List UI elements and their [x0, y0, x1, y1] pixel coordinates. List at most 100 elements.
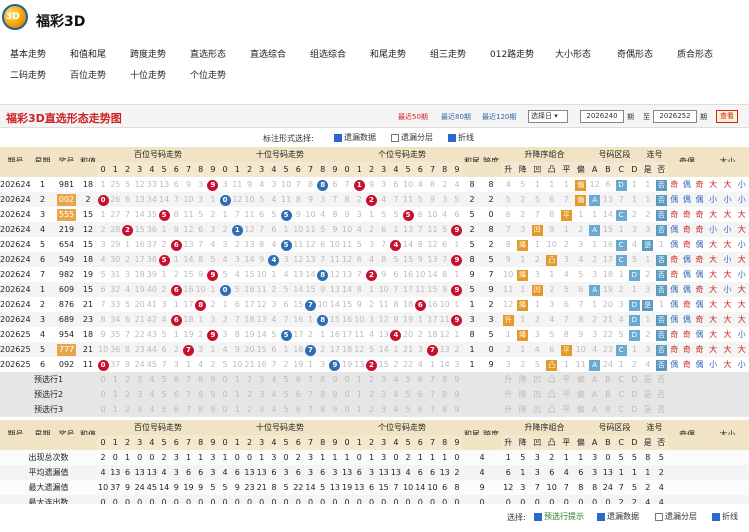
- period-120-link[interactable]: 最近120期: [482, 112, 516, 122]
- preselect-zone[interactable]: C: [615, 387, 628, 402]
- preselect-digit[interactable]: 8: [195, 387, 207, 402]
- nav-item[interactable]: 基本走势: [10, 47, 46, 60]
- preselect-digit[interactable]: 0: [219, 402, 231, 417]
- preselect-digit[interactable]: 3: [134, 402, 146, 417]
- preselect-consec[interactable]: 否: [655, 402, 669, 417]
- preselect-zone[interactable]: A: [588, 402, 601, 417]
- preselect-digit[interactable]: 8: [317, 387, 329, 402]
- checkbox-icon[interactable]: [655, 512, 663, 521]
- preselect-zone[interactable]: B: [601, 372, 614, 387]
- preselect-digit[interactable]: 9: [451, 402, 463, 417]
- preselect-digit[interactable]: 6: [292, 387, 304, 402]
- nav-item[interactable]: 组三走势: [430, 47, 466, 60]
- preselect-digit[interactable]: 8: [439, 372, 451, 387]
- preselect-order[interactable]: 降: [516, 387, 531, 402]
- preselect-digit[interactable]: 4: [390, 402, 402, 417]
- preselect-consec[interactable]: 是: [641, 402, 655, 417]
- checkbox-icon[interactable]: [712, 512, 720, 521]
- preselect-digit[interactable]: 1: [109, 372, 121, 387]
- preselect-consec[interactable]: 否: [655, 372, 669, 387]
- preselect-digit[interactable]: 1: [231, 372, 243, 387]
- preselect-digit[interactable]: 9: [207, 387, 219, 402]
- preselect-digit[interactable]: 3: [256, 372, 268, 387]
- preselect-digit[interactable]: 2: [243, 402, 255, 417]
- preselect-zone[interactable]: C: [615, 372, 628, 387]
- preselect-label[interactable]: 预选行2: [0, 387, 97, 402]
- preselect-digit[interactable]: 0: [341, 387, 353, 402]
- preselect-digit[interactable]: 0: [341, 402, 353, 417]
- preselect-digit[interactable]: 8: [317, 372, 329, 387]
- preselect-zone[interactable]: A: [588, 387, 601, 402]
- preselect-digit[interactable]: 5: [280, 387, 292, 402]
- option-missing-data-bottom[interactable]: 遗漏数据: [597, 511, 639, 522]
- preselect-digit[interactable]: 4: [146, 372, 158, 387]
- preselect-digit[interactable]: 4: [390, 372, 402, 387]
- nav-item[interactable]: 个位走势: [190, 68, 226, 81]
- preselect-order[interactable]: 平: [559, 372, 574, 387]
- preselect-digit[interactable]: 9: [451, 387, 463, 402]
- to-period-input[interactable]: 2026252: [653, 110, 697, 123]
- preselect-order[interactable]: 偏: [574, 402, 589, 417]
- nav-item[interactable]: 二码走势: [10, 68, 46, 81]
- period-50-link[interactable]: 最近50期: [398, 112, 428, 122]
- checkbox-icon[interactable]: [534, 512, 542, 521]
- preselect-label[interactable]: 预选行1: [0, 372, 97, 387]
- checkbox-icon[interactable]: [448, 133, 456, 142]
- preselect-digit[interactable]: 4: [268, 372, 280, 387]
- preselect-order[interactable]: 降: [516, 402, 531, 417]
- preselect-order[interactable]: 升: [501, 402, 516, 417]
- nav-item[interactable]: 跨度走势: [130, 47, 166, 60]
- preselect-digit[interactable]: 5: [158, 372, 170, 387]
- preselect-digit[interactable]: 5: [402, 402, 414, 417]
- preselect-zone[interactable]: B: [601, 387, 614, 402]
- preselect-digit[interactable]: 8: [439, 402, 451, 417]
- option-polyline-bottom[interactable]: 折线: [712, 511, 738, 522]
- preselect-digit[interactable]: 9: [329, 402, 341, 417]
- preselect-digit[interactable]: 3: [134, 387, 146, 402]
- from-period-input[interactable]: 2026240: [580, 110, 624, 123]
- preselect-digit[interactable]: 7: [304, 387, 316, 402]
- preselect-digit[interactable]: 7: [182, 402, 194, 417]
- preselect-digit[interactable]: 0: [219, 372, 231, 387]
- preselect-digit[interactable]: 0: [341, 372, 353, 387]
- preselect-digit[interactable]: 0: [97, 372, 109, 387]
- preselect-order[interactable]: 凹: [530, 387, 545, 402]
- preselect-digit[interactable]: 4: [268, 402, 280, 417]
- checkbox-icon[interactable]: [597, 512, 605, 521]
- preselect-digit[interactable]: 8: [317, 402, 329, 417]
- preselect-digit[interactable]: 7: [182, 387, 194, 402]
- preselect-digit[interactable]: 3: [134, 372, 146, 387]
- preselect-digit[interactable]: 0: [219, 387, 231, 402]
- preselect-digit[interactable]: 1: [353, 372, 365, 387]
- preselect-consec[interactable]: 是: [641, 372, 655, 387]
- preselect-order[interactable]: 偏: [574, 387, 589, 402]
- nav-item[interactable]: 百位走势: [70, 68, 106, 81]
- option-missing-data[interactable]: 遗漏数据: [334, 132, 376, 143]
- preselect-digit[interactable]: 5: [280, 402, 292, 417]
- preselect-digit[interactable]: 4: [390, 387, 402, 402]
- preselect-digit[interactable]: 1: [109, 402, 121, 417]
- preselect-digit[interactable]: 5: [280, 372, 292, 387]
- preselect-order[interactable]: 凸: [545, 372, 560, 387]
- preselect-digit[interactable]: 5: [402, 372, 414, 387]
- preselect-digit[interactable]: 8: [195, 372, 207, 387]
- preselect-digit[interactable]: 8: [195, 402, 207, 417]
- preselect-digit[interactable]: 9: [207, 372, 219, 387]
- preselect-zone[interactable]: D: [628, 402, 641, 417]
- preselect-order[interactable]: 凸: [545, 387, 560, 402]
- preselect-digit[interactable]: 6: [414, 387, 426, 402]
- preselect-digit[interactable]: 4: [268, 387, 280, 402]
- preselect-order[interactable]: 降: [516, 372, 531, 387]
- preselect-digit[interactable]: 7: [426, 387, 438, 402]
- preselect-digit[interactable]: 7: [304, 402, 316, 417]
- preselect-digit[interactable]: 8: [439, 387, 451, 402]
- preselect-digit[interactable]: 6: [170, 402, 182, 417]
- preselect-digit[interactable]: 2: [365, 387, 377, 402]
- preselect-digit[interactable]: 9: [329, 387, 341, 402]
- preselect-digit[interactable]: 3: [378, 402, 390, 417]
- preselect-digit[interactable]: 3: [256, 387, 268, 402]
- preselect-digit[interactable]: 5: [158, 387, 170, 402]
- preselect-digit[interactable]: 2: [243, 372, 255, 387]
- period-select[interactable]: 选择日 ▾: [528, 110, 568, 123]
- preselect-digit[interactable]: 1: [231, 387, 243, 402]
